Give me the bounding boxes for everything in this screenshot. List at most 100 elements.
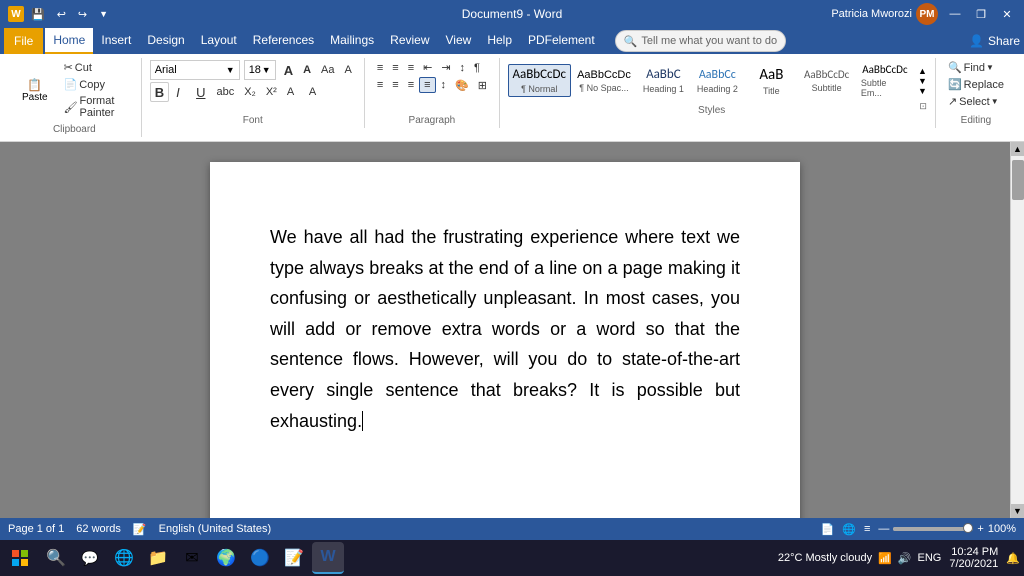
justify-button[interactable]: ≡ [419,77,435,93]
clock[interactable]: 10:24 PM 7/20/2021 [949,546,998,570]
paste-button[interactable]: 📋 Paste [16,76,54,105]
view-outline-btn[interactable]: ≡ [864,523,870,535]
copy-button[interactable]: 📄 Copy [60,77,133,92]
scroll-down-button[interactable]: ▼ [1011,504,1024,518]
taskbar-explorer[interactable]: 📁 [142,542,174,574]
share-button[interactable]: 👤 Share [969,34,1020,48]
font-name-dropdown[interactable]: ▼ [226,65,235,75]
italic-button[interactable]: I [171,82,189,102]
view-web-btn[interactable]: 🌐 [842,523,856,536]
taskbar-browser[interactable]: 🌍 [210,542,242,574]
style-title[interactable]: AaB Title [745,63,797,99]
increase-indent-button[interactable]: ⇥ [437,60,454,75]
style-subtle-em[interactable]: AaBbCcDc Subtle Em... [856,60,914,101]
menu-home[interactable]: Home [45,28,93,54]
strikethrough-button[interactable]: abc [212,82,238,102]
font-color-button[interactable]: A [283,82,303,102]
taskbar-mail[interactable]: ✉ [176,542,208,574]
menu-view[interactable]: View [438,28,480,54]
font-size-dropdown[interactable]: ▼ [262,65,271,75]
taskbar-edge[interactable]: 🌐 [108,542,140,574]
font-size-input[interactable]: 18 ▼ [244,60,276,80]
notification-icon[interactable]: 🔔 [1006,552,1020,565]
style-heading1[interactable]: AaBbC Heading 1 [637,64,689,97]
line-spacing-button[interactable]: ↕ [437,78,451,92]
align-left-button[interactable]: ≡ [373,78,387,92]
multilevel-button[interactable]: ≡ [404,61,418,75]
taskbar-search[interactable]: 🔍 [40,542,72,574]
undo-quick-btn[interactable]: ↩ [54,7,69,22]
styles-scroll[interactable]: ▲ ▼ ▼ [918,66,927,96]
find-button[interactable]: 🔍 Find ▼ [944,60,998,75]
editing-row: 🔍 Find ▼ 🔄 Replace ↗ Select ▼ [944,60,1008,109]
maximize-button[interactable]: ❐ [972,5,990,23]
style-subtitle[interactable]: AaBbCcDc Subtitle [799,65,854,96]
scroll-thumb[interactable] [1012,160,1024,200]
style-normal[interactable]: AaBbCcDc ¶ Normal [508,64,571,97]
more-quick-btn[interactable]: ▼ [96,8,111,20]
user-avatar[interactable]: PM [916,3,938,25]
style-no-spacing[interactable]: AaBbCcDc ¶ No Spac... [573,66,636,96]
bullets-button[interactable]: ≡ [373,61,387,75]
zoom-in-btn[interactable]: + [977,523,983,535]
underline-button[interactable]: U [191,82,210,102]
superscript-button[interactable]: X² [262,82,281,102]
bold-button[interactable]: B [150,82,169,102]
numbering-button[interactable]: ≡ [388,61,402,75]
taskbar-word[interactable]: W [312,542,344,574]
redo-quick-btn[interactable]: ↪ [75,7,90,22]
styles-expand-icon[interactable]: ⊡ [919,101,927,116]
highlight-button[interactable]: A [305,82,325,102]
font-shrink-button[interactable]: A [299,63,315,77]
zoom-slider[interactable] [893,527,973,531]
start-button[interactable] [4,542,36,574]
menu-layout[interactable]: Layout [193,28,245,54]
styles-expand[interactable]: ▼ [918,86,927,96]
styles-up[interactable]: ▲ [918,66,927,76]
styles-group: AaBbCcDc ¶ Normal AaBbCcDc ¶ No Spac... … [500,58,936,128]
scrollbar-vertical[interactable]: ▲ ▼ [1010,142,1024,518]
font-case-button[interactable]: Aa [317,63,338,77]
zoom-out-btn[interactable]: — [878,523,889,535]
decrease-indent-button[interactable]: ⇤ [419,60,436,75]
close-button[interactable]: ✕ [998,5,1016,23]
scroll-track[interactable] [1011,156,1024,504]
subscript-button[interactable]: X₂ [240,82,260,102]
sort-button[interactable]: ↕ [456,61,470,75]
select-button[interactable]: ↗ Select ▼ [944,94,1003,109]
font-grow-button[interactable]: A [280,62,297,79]
taskbar-app5[interactable]: 🔵 [244,542,276,574]
style-heading2[interactable]: AaBbCc Heading 2 [691,65,743,97]
menu-mailings[interactable]: Mailings [322,28,382,54]
menu-pdfelement[interactable]: PDFelement [520,28,603,54]
view-print-btn[interactable]: 📄 [821,523,835,536]
save-quick-btn[interactable]: 💾 [28,7,48,22]
borders-button[interactable]: ⊞ [474,78,491,93]
clear-format-button[interactable]: A [341,63,356,77]
document-page[interactable]: We have all had the frustrating experien… [210,162,800,518]
menu-review[interactable]: Review [382,28,437,54]
align-center-button[interactable]: ≡ [388,78,402,92]
document-content[interactable]: We have all had the frustrating experien… [270,222,740,436]
align-right-button[interactable]: ≡ [404,78,418,92]
menu-help[interactable]: Help [479,28,520,54]
menu-file[interactable]: File [4,28,43,54]
taskbar-taskview[interactable]: 💬 [74,542,106,574]
minimize-button[interactable]: — [946,5,964,23]
taskbar-app6[interactable]: 📝 [278,542,310,574]
scroll-up-button[interactable]: ▲ [1011,142,1024,156]
menu-references[interactable]: References [245,28,322,54]
replace-button[interactable]: 🔄 Replace [944,77,1008,92]
zoom-thumb[interactable] [963,523,973,533]
tell-me-search[interactable]: 🔍 Tell me what you want to do [615,30,786,52]
menu-design[interactable]: Design [139,28,192,54]
font-row2: B I U abc X₂ X² A A [150,82,325,102]
font-name-input[interactable]: Arial ▼ [150,60,240,80]
paragraph-group: ≡ ≡ ≡ ⇤ ⇥ ↕ ¶ ≡ ≡ ≡ ≡ ↕ 🎨 ⊞ Paragraph [365,58,500,128]
shading-button[interactable]: 🎨 [451,78,473,93]
show-marks-button[interactable]: ¶ [470,61,484,75]
styles-down[interactable]: ▼ [918,76,927,86]
menu-insert[interactable]: Insert [93,28,139,54]
format-painter-button[interactable]: 🖌 Format Painter [60,94,133,120]
cut-button[interactable]: ✂ Cut [60,60,133,75]
